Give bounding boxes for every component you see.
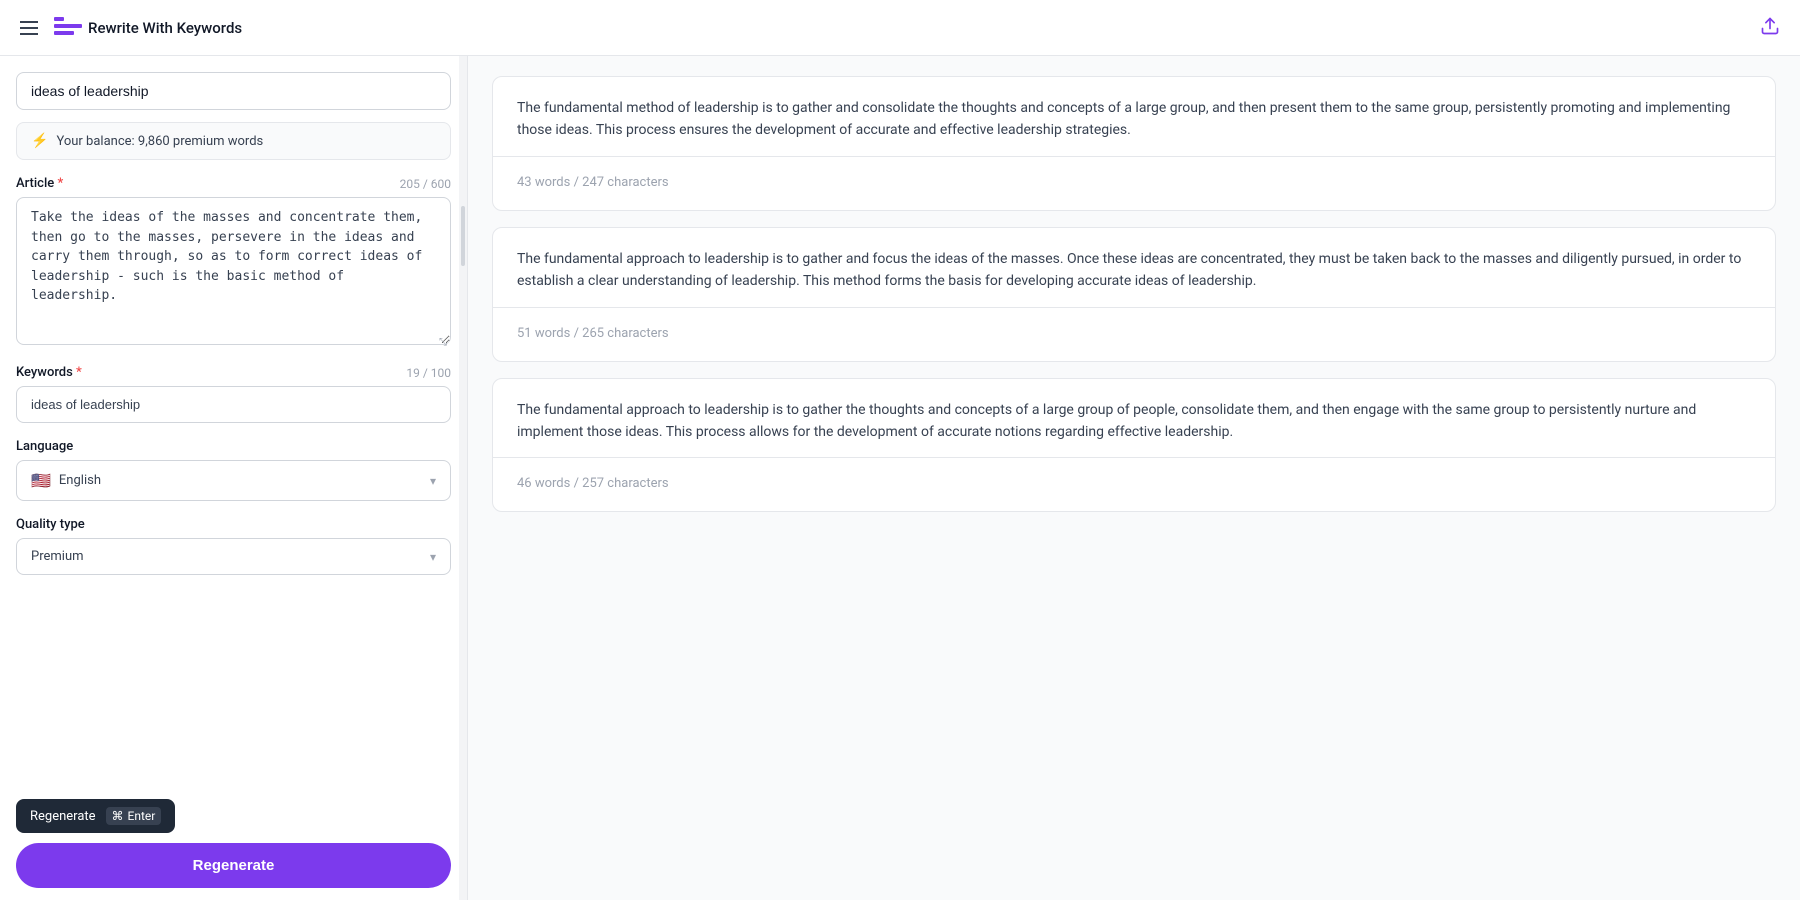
logo-area: Rewrite With Keywords: [54, 17, 242, 39]
quality-dropdown[interactable]: Premium ▾: [16, 538, 451, 575]
tooltip-bar: Regenerate ⌘ Enter: [16, 799, 175, 833]
left-scrollbar[interactable]: [459, 56, 467, 900]
result-meta-2: 51 words / 265 characters: [517, 326, 669, 341]
language-selected: English: [59, 473, 101, 488]
language-section: Language 🇺🇸 English ▾: [16, 439, 451, 501]
balance-text: Your balance: 9,860 premium words: [56, 134, 263, 149]
article-label: Article *: [16, 176, 63, 191]
quality-chevron-icon: ▾: [430, 550, 436, 564]
tooltip-label: Regenerate: [30, 809, 96, 824]
keywords-label: Keywords *: [16, 365, 82, 380]
export-button[interactable]: [1756, 12, 1784, 43]
title-input-wrapper: [16, 72, 451, 110]
result-card-3: The fundamental approach to leadership i…: [492, 378, 1776, 513]
keywords-label-row: Keywords * 19 / 100: [16, 365, 451, 380]
language-chevron-icon: ▾: [430, 474, 436, 488]
result-card-2: The fundamental approach to leadership i…: [492, 227, 1776, 362]
logo-icon: [54, 17, 82, 39]
result-card-1: The fundamental method of leadership is …: [492, 76, 1776, 211]
main-layout: ⚡ Your balance: 9,860 premium words Arti…: [0, 56, 1800, 900]
quality-section: Quality type Premium ▾: [16, 517, 451, 575]
article-char-count: 205 / 600: [400, 177, 451, 191]
scrollbar-thumb: [461, 206, 465, 266]
language-flag: 🇺🇸: [31, 471, 51, 490]
keywords-input[interactable]: [16, 386, 451, 423]
balance-box: ⚡ Your balance: 9,860 premium words: [16, 122, 451, 160]
shortcut-symbol: ⌘: [112, 809, 124, 823]
lightning-icon: ⚡: [31, 133, 48, 149]
result-meta-3: 46 words / 257 characters: [517, 476, 669, 491]
left-panel: ⚡ Your balance: 9,860 premium words Arti…: [0, 56, 468, 900]
result-divider-2: [493, 307, 1775, 308]
result-divider-3: [493, 457, 1775, 458]
menu-button[interactable]: [16, 17, 42, 39]
language-dropdown-left: 🇺🇸 English: [31, 471, 101, 490]
quality-dropdown-left: Premium: [31, 549, 84, 564]
quality-label: Quality type: [16, 517, 451, 532]
result-divider-1: [493, 156, 1775, 157]
article-textarea[interactable]: Take the ideas of the masses and concent…: [16, 197, 451, 345]
result-text-3: The fundamental approach to leadership i…: [517, 399, 1751, 444]
keywords-char-count: 19 / 100: [406, 366, 451, 380]
regenerate-button[interactable]: Regenerate: [16, 843, 451, 888]
bottom-area: Regenerate ⌘ Enter Regenerate: [0, 787, 467, 900]
title-input[interactable]: [16, 72, 451, 110]
keywords-wrapper: Keywords * 19 / 100: [16, 365, 451, 423]
resize-handle: ⤡: [439, 337, 451, 349]
article-required: *: [54, 176, 63, 191]
keyboard-shortcut: ⌘ Enter: [106, 807, 162, 825]
result-text-2: The fundamental approach to leadership i…: [517, 248, 1751, 293]
right-panel: The fundamental method of leadership is …: [468, 56, 1800, 900]
language-dropdown[interactable]: 🇺🇸 English ▾: [16, 460, 451, 501]
article-label-row: Article * 205 / 600: [16, 176, 451, 191]
quality-selected: Premium: [31, 549, 84, 564]
language-label: Language: [16, 439, 451, 454]
app-header: Rewrite With Keywords: [0, 0, 1800, 56]
result-text-1: The fundamental method of leadership is …: [517, 97, 1751, 142]
header-left: Rewrite With Keywords: [16, 17, 242, 39]
article-wrapper: Take the ideas of the masses and concent…: [16, 197, 451, 349]
result-meta-1: 43 words / 247 characters: [517, 175, 669, 190]
shortcut-key: Enter: [128, 809, 156, 823]
app-title: Rewrite With Keywords: [88, 19, 242, 37]
export-icon: [1760, 16, 1780, 36]
keywords-required: *: [73, 365, 82, 380]
left-scroll-area: ⚡ Your balance: 9,860 premium words Arti…: [0, 56, 467, 900]
